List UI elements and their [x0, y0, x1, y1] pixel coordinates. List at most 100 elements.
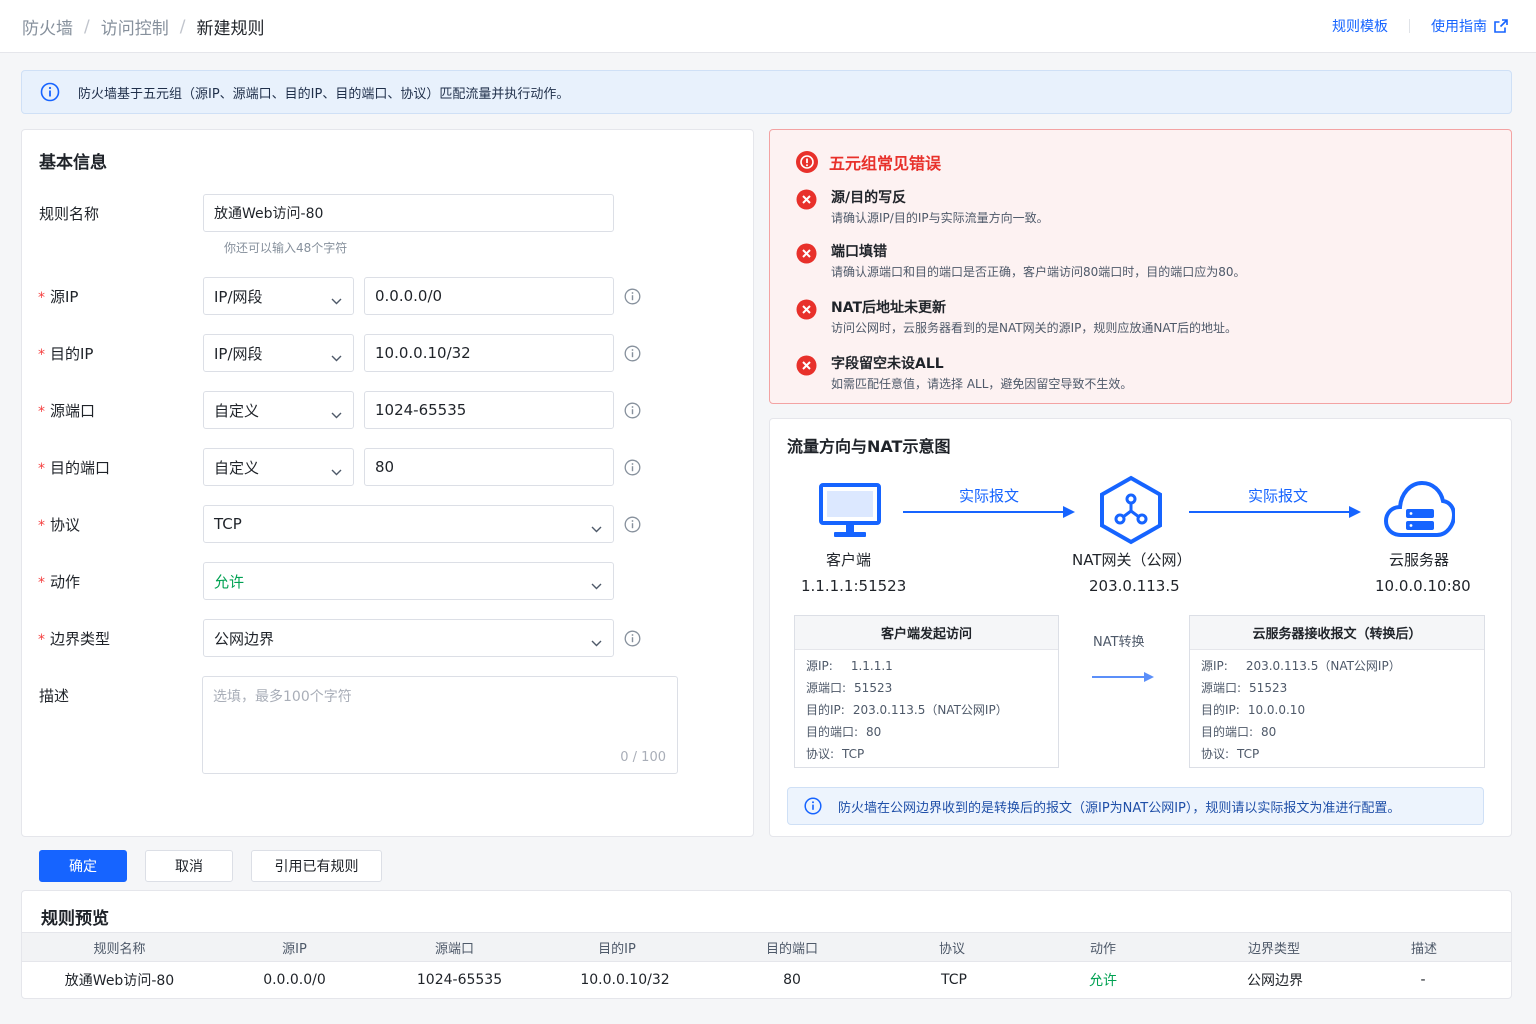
boundary-label-text: 边界类型: [50, 630, 111, 648]
packet-field: 协议: TCP: [806, 745, 864, 762]
banner-text: 防火墙基于五元组（源IP、源端口、目的IP、目的端口、协议）匹配流量并执行动作。: [78, 86, 570, 102]
rule-template-link[interactable]: 规则模板: [1332, 16, 1388, 36]
client-ip: 1.1.1.1:51523: [801, 577, 907, 595]
dst-port-label-text: 目的端口: [50, 459, 111, 477]
protocol-value: TCP: [214, 515, 242, 533]
error-desc: 请确认源IP/目的IP与实际流量方向一致。: [831, 211, 1049, 225]
breadcrumb-item-firewall[interactable]: 防火墙: [22, 14, 73, 39]
boundary-select[interactable]: 公网边界: [203, 619, 614, 657]
src-ip-row: * 源IP IP/网段 0.0.0.0/0: [22, 277, 755, 315]
protocol-row: * 协议 TCP: [22, 505, 755, 543]
src-port-label-text: 源端口: [50, 402, 96, 420]
required-mark: *: [38, 404, 45, 420]
server-ip: 10.0.0.10:80: [1375, 577, 1471, 595]
boundary-value: 公网边界: [214, 629, 275, 648]
error-desc: 访问公网时，云服务器看到的是NAT网关的源IP，规则应放通NAT后的地址。: [831, 321, 1237, 335]
src-ip-type-select[interactable]: IP/网段: [203, 277, 354, 315]
dst-port-label: * 目的端口: [38, 457, 110, 478]
chevron-down-icon: [331, 462, 342, 480]
rule-name-input[interactable]: 放通Web访问-80: [203, 194, 614, 232]
header-links: 规则模板 使用指南: [1332, 16, 1508, 36]
dst-port-input[interactable]: 80: [364, 448, 614, 486]
packet-field-value: 203.0.113.5（NAT公网IP）: [852, 703, 1008, 717]
common-errors-card: 五元组常见错误 源/目的写反 请确认源IP/目的IP与实际流量方向一致。 端口填…: [769, 129, 1512, 404]
action-select[interactable]: 允许: [203, 562, 614, 600]
dst-ip-label: * 目的IP: [38, 343, 93, 364]
column-header: 规则名称: [93, 941, 146, 957]
description-label: 描述: [39, 687, 70, 705]
required-mark: *: [38, 347, 45, 363]
src-port-input[interactable]: 1024-65535: [364, 391, 614, 429]
user-guide-link[interactable]: 使用指南: [1431, 16, 1487, 36]
info-icon[interactable]: [624, 459, 641, 480]
alert-icon: [795, 150, 819, 174]
info-icon[interactable]: [624, 402, 641, 423]
dst-port-value: 80: [375, 458, 395, 476]
table-cell: 1024-65535: [416, 972, 503, 988]
src-ip-label: * 源IP: [38, 286, 78, 307]
table-cell: 允许: [1089, 973, 1117, 989]
info-icon[interactable]: [624, 288, 641, 309]
required-mark: *: [38, 632, 45, 648]
dst-ip-input[interactable]: 10.0.0.10/32: [364, 334, 614, 372]
description-textarea[interactable]: 选填，最多100个字符 0 / 100: [202, 676, 678, 774]
packet-field: 源端口: 51523: [806, 679, 892, 696]
top-header: 防火墙 / 访问控制 / 新建规则 规则模板 使用指南: [0, 0, 1536, 53]
required-mark: *: [38, 518, 45, 534]
table-cell: 0.0.0.0/0: [263, 972, 326, 988]
packet-field-key: 源端口:: [1201, 681, 1242, 695]
nat-gateway-icon: [1098, 475, 1164, 549]
dst-ip-label-text: 目的IP: [50, 345, 94, 363]
packet-field-key: 目的端口:: [1201, 725, 1254, 739]
column-header: 描述: [1410, 941, 1437, 957]
import-rule-button[interactable]: 引用已有规则: [251, 850, 382, 882]
rule-name-label: 规则名称: [39, 205, 100, 223]
packet-before-box: 客户端发起访问 源IP: 1.1.1.1 源端口: 51523 目的IP: 203.0…: [794, 615, 1059, 768]
preview-table-header: 规则名称 源IP 源端口 目的IP 目的端口 协议 动作 边界类型 描述: [22, 932, 1511, 962]
external-link-icon[interactable]: [1494, 19, 1508, 33]
packet-field: 目的IP: 10.0.0.10: [1201, 701, 1305, 718]
table-cell: 80: [783, 972, 801, 988]
src-port-type-value: 自定义: [214, 401, 260, 420]
packet-field-value: 51523: [1249, 681, 1288, 695]
breadcrumb-separator: /: [179, 16, 186, 37]
src-port-value: 1024-65535: [375, 401, 467, 419]
src-port-type-select[interactable]: 自定义: [203, 391, 354, 429]
breadcrumb-item-access-control[interactable]: 访问控制: [101, 14, 169, 39]
info-icon[interactable]: [624, 630, 641, 651]
chevron-down-icon: [591, 576, 602, 594]
src-port-row: * 源端口 自定义 1024-65535: [22, 391, 755, 429]
protocol-label-text: 协议: [50, 516, 81, 534]
info-icon[interactable]: [624, 516, 641, 537]
column-header: 边界类型: [1247, 941, 1300, 957]
chevron-down-icon: [591, 633, 602, 651]
breadcrumb-separator: /: [84, 16, 90, 37]
table-cell: TCP: [941, 972, 967, 988]
packet-field: 目的IP: 203.0.113.5（NAT公网IP）: [806, 701, 1008, 718]
error-title: NAT后地址未更新: [831, 300, 947, 316]
packet-field-value: TCP: [842, 747, 865, 761]
info-icon[interactable]: [624, 345, 641, 366]
packet-before-title: 客户端发起访问: [795, 616, 1058, 650]
dst-ip-type-select[interactable]: IP/网段: [203, 334, 354, 372]
action-label: * 动作: [38, 571, 80, 592]
packet-field-value: 80: [1261, 725, 1277, 739]
confirm-button[interactable]: 确定: [39, 850, 127, 882]
packet-field: 协议: TCP: [1201, 745, 1259, 762]
dst-ip-value: 10.0.0.10/32: [375, 344, 471, 362]
dst-port-type-select[interactable]: 自定义: [203, 448, 354, 486]
cancel-button[interactable]: 取消: [145, 850, 233, 882]
packet-after-title: 云服务器接收报文（转换后）: [1190, 616, 1484, 650]
packet-field-key: 源IP:: [806, 659, 833, 673]
required-mark: *: [38, 461, 45, 477]
info-icon: [40, 82, 60, 102]
action-label-text: 动作: [50, 573, 81, 591]
dst-ip-row: * 目的IP IP/网段 10.0.0.10/32: [22, 334, 755, 372]
action-value: 允许: [214, 572, 245, 591]
src-ip-input[interactable]: 0.0.0.0/0: [364, 277, 614, 315]
protocol-select[interactable]: TCP: [203, 505, 614, 543]
cloud-server-icon: [1383, 479, 1457, 545]
dst-port-row: * 目的端口 自定义 80: [22, 448, 755, 486]
preview-title: 规则预览: [41, 909, 109, 929]
packet-field: 源IP: 1.1.1.1: [806, 657, 893, 674]
